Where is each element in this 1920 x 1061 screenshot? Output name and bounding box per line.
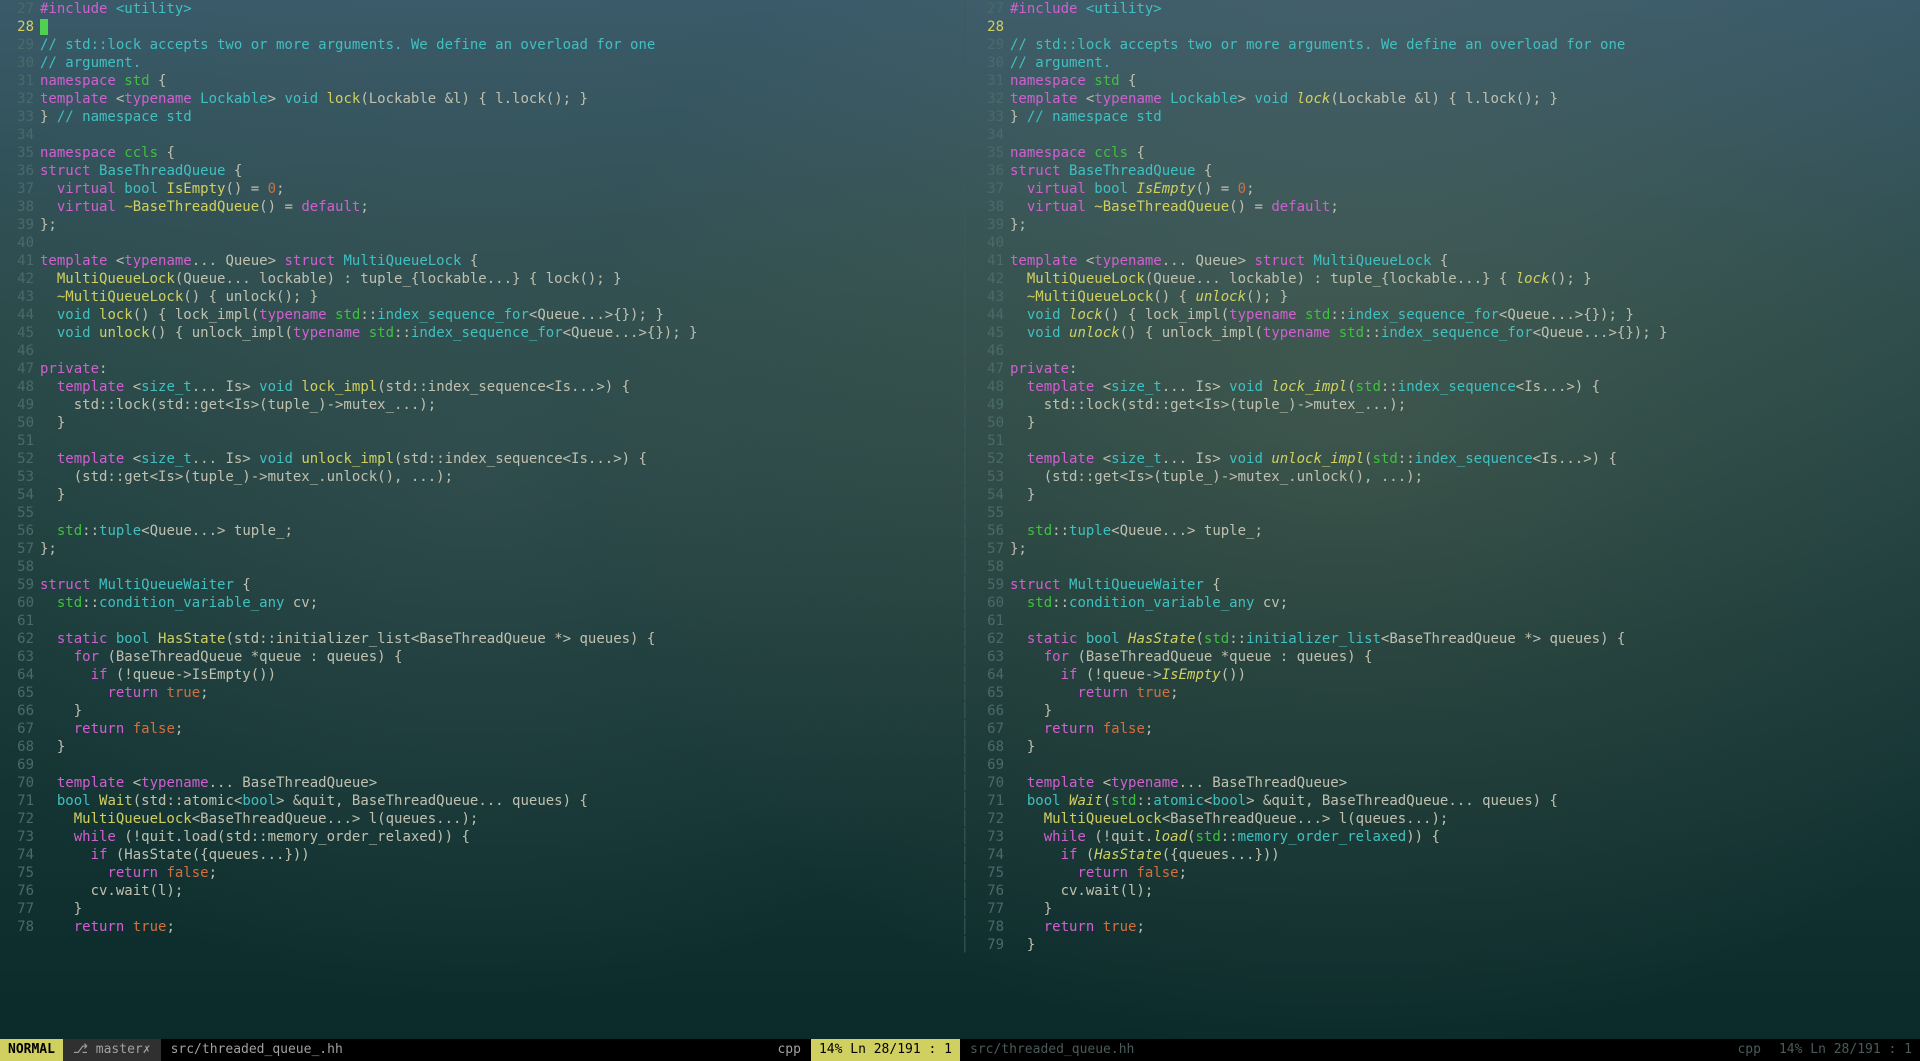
filetype-left: cpp: [767, 1041, 810, 1059]
status-left-pane: NORMAL ⎇ master✗ src/threaded_queue_.hh …: [0, 1039, 960, 1061]
branch-icon: ⎇: [73, 1042, 96, 1057]
code-area-left[interactable]: #include <utility>// std::lock accepts t…: [40, 0, 960, 1039]
file-path-right: src/threaded_queue.hh: [960, 1041, 1727, 1059]
split-separator: ││││││││││││││││││││││││││││││││││││││││…: [960, 0, 970, 1039]
file-path-left: src/threaded_queue_.hh: [161, 1041, 768, 1059]
git-branch-indicator: ⎇ master✗: [63, 1039, 161, 1061]
line-number-gutter-left: 2728293031323334353637383940414243444546…: [0, 0, 40, 1039]
editor-pane-left[interactable]: 2728293031323334353637383940414243444546…: [0, 0, 960, 1039]
vim-mode-indicator: NORMAL: [0, 1039, 63, 1061]
position-indicator-left: 14% Ln 28/191 : 1: [811, 1039, 960, 1061]
editor-pane-right[interactable]: ││││││││││││││││││││││││││││││││││││││││…: [960, 0, 1920, 1039]
status-line: NORMAL ⎇ master✗ src/threaded_queue_.hh …: [0, 1039, 1920, 1061]
status-right-pane: src/threaded_queue.hh cpp 14% Ln 28/191 …: [960, 1039, 1920, 1061]
position-indicator-right: 14% Ln 28/191 : 1: [1771, 1041, 1920, 1059]
line-number-gutter-right: 2728293031323334353637383940414243444546…: [970, 0, 1010, 1039]
filetype-right: cpp: [1727, 1041, 1770, 1059]
code-area-right[interactable]: #include <utility>// std::lock accepts t…: [1010, 0, 1920, 1039]
text-cursor: [40, 19, 48, 35]
